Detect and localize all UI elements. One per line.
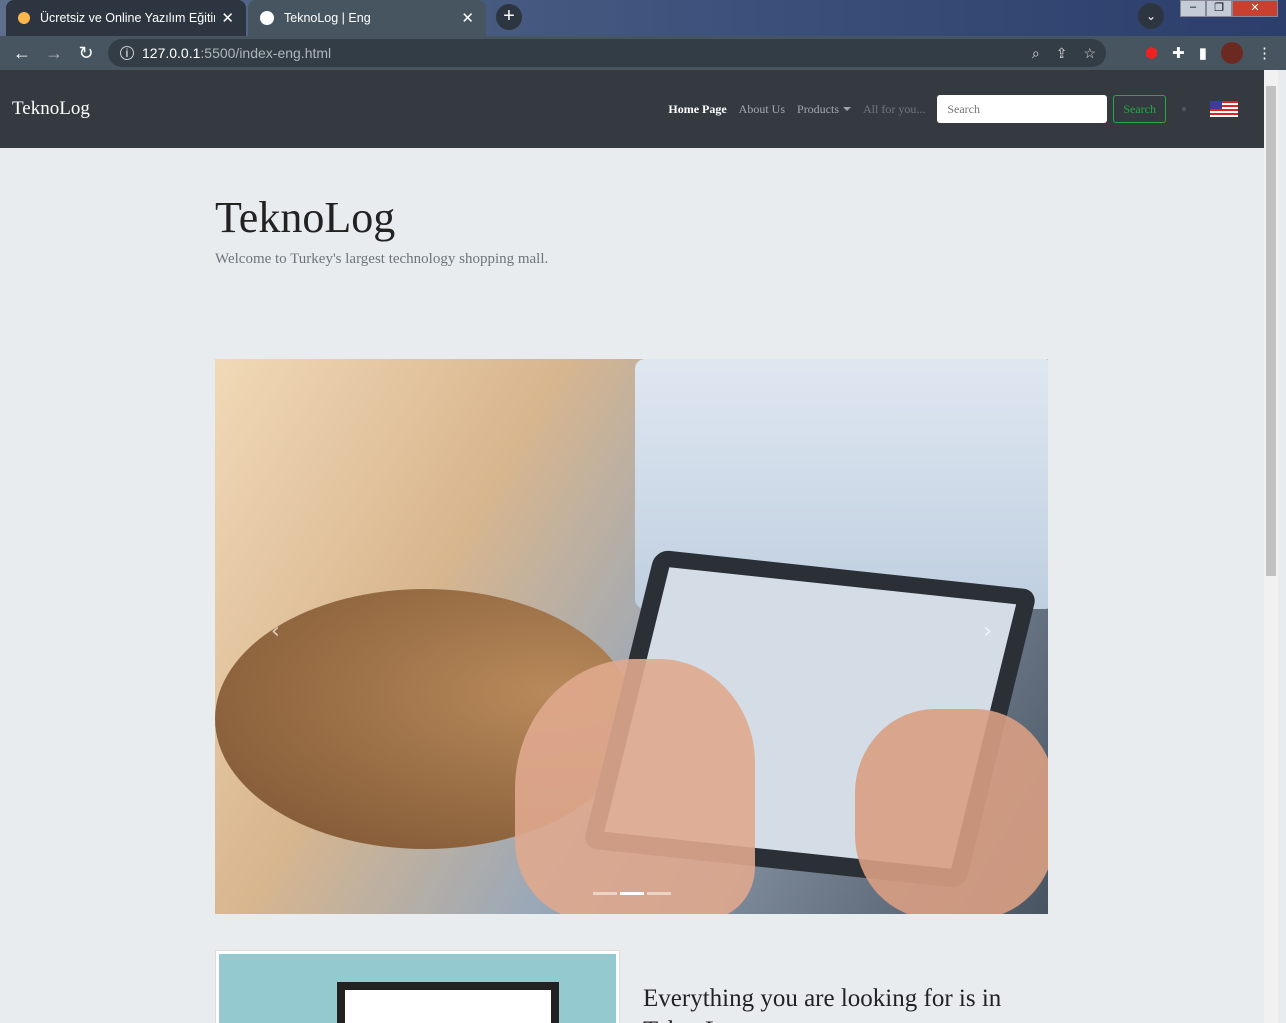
page-scrollbar[interactable] [1264,70,1278,1023]
forward-icon[interactable]: → [38,43,70,64]
feature-image-card [215,950,620,1023]
tab-title: Ücretsiz ve Online Yazılım Eğitimleri [40,11,215,25]
jumbotron: TeknoLog Welcome to Turkey's largest tec… [215,192,548,268]
favicon-icon [18,12,30,24]
close-tab-icon[interactable]: ✕ [461,9,474,27]
hero-title: TeknoLog [215,193,396,242]
carousel-prev-icon[interactable]: ‹ [271,619,280,644]
separator-dot [1182,107,1186,111]
address-bar[interactable]: i 127.0.0.1:5500/index-eng.html ⌕ ⇪ ☆ [108,39,1106,67]
scrollbar-thumb[interactable] [1266,86,1276,576]
browser-tab[interactable]: Ücretsiz ve Online Yazılım Eğitimleri ✕ [6,0,246,36]
carousel-image-hand [855,709,1048,914]
laptop-image [337,982,559,1023]
menu-kebab-icon[interactable]: ⋮ [1257,44,1272,62]
carousel-image-hand [515,659,755,914]
carousel-indicators [593,892,671,895]
window-close-button[interactable]: ✕ [1232,0,1278,17]
new-tab-button[interactable]: + [496,4,522,30]
us-flag-icon[interactable] [1210,101,1238,117]
carousel-indicator[interactable] [593,892,617,895]
search-input[interactable] [937,95,1108,123]
restore-button[interactable]: ❐ [1206,0,1232,17]
caret-down-icon [843,106,852,111]
search-button[interactable]: Search [1113,95,1166,123]
brand-logo[interactable]: TeknoLog [12,98,90,120]
site-navbar: TeknoLog Home Page About Us Products All… [0,70,1264,148]
back-icon[interactable]: ← [6,43,38,64]
browser-tab-strip: Ücretsiz ve Online Yazılım Eğitimleri ✕ T… [0,0,1286,36]
nav-all-for-you: All for you... [863,101,926,116]
extensions-puzzle-icon[interactable]: ✚ [1172,44,1185,62]
nav-home[interactable]: Home Page [668,102,726,117]
reload-icon[interactable]: ↻ [70,43,102,64]
minimize-button[interactable]: – [1180,0,1206,17]
globe-icon [260,11,274,25]
side-panel-icon[interactable]: ▮ [1199,44,1207,62]
carousel-indicator-active[interactable] [620,892,644,895]
tab-search-button[interactable]: ⌄ [1138,3,1164,29]
bookmark-star-icon[interactable]: ☆ [1083,45,1096,62]
url-path: :5500/index-eng.html [200,45,332,61]
section-heading: Everything you are looking for is in Tek… [643,985,1002,1023]
url-host: 127.0.0.1 [142,45,201,61]
nav-products-dropdown[interactable]: Products [797,101,852,117]
carousel-next-icon[interactable]: › [983,619,992,644]
nav-about[interactable]: About Us [739,102,785,117]
web-page: TeknoLog Home Page About Us Products All… [0,70,1264,1023]
profile-avatar[interactable] [1221,42,1243,64]
browser-tab-active[interactable]: TeknoLog | Eng ✕ [248,0,486,36]
zoom-icon[interactable]: ⌕ [1032,45,1040,62]
close-tab-icon[interactable]: ✕ [221,9,234,27]
info-icon[interactable]: i [120,46,134,60]
carousel-indicator[interactable] [647,892,671,895]
tab-title: TeknoLog | Eng [284,11,371,25]
adblock-extension-icon[interactable]: ⬢ [1145,44,1158,62]
hero-subtitle: Welcome to Turkey's largest technology s… [215,251,549,267]
nav-products-label: Products [797,101,840,116]
image-carousel[interactable]: ‹ › [215,359,1048,914]
share-icon[interactable]: ⇪ [1056,45,1068,62]
browser-toolbar: ← → ↻ i 127.0.0.1:5500/index-eng.html ⌕ ⇪… [0,36,1286,70]
